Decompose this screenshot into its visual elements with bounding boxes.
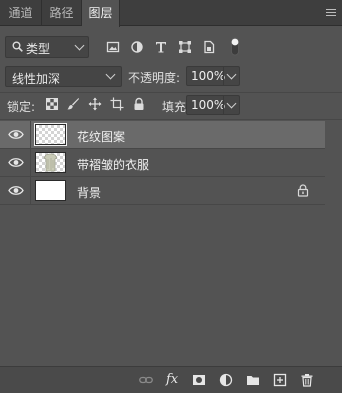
blend-mode-dropdown[interactable]: 线性加深: [5, 66, 122, 87]
shirt-thumbnail-icon: [43, 153, 58, 172]
layers-footer-toolbar: fx: [0, 366, 342, 393]
opacity-value: 100%: [191, 69, 226, 83]
adjustment-layer-filter-icon[interactable]: [130, 40, 144, 54]
divider: [0, 119, 342, 120]
lock-artboard-icon[interactable]: [110, 97, 124, 111]
filter-toggle-icon[interactable]: [229, 37, 241, 57]
layer-thumbnail: [34, 123, 67, 146]
panel-menu-icon[interactable]: [326, 9, 336, 17]
layer-thumbnail: [35, 180, 66, 201]
divider: [30, 177, 31, 205]
layer-thumbnail: [35, 152, 66, 173]
divider: [30, 149, 31, 177]
panel-tab-bar: 通道 路径 图层: [0, 0, 342, 27]
new-adjustment-icon[interactable]: [219, 373, 233, 387]
tab-channels[interactable]: 通道: [0, 0, 42, 26]
type-layer-filter-icon[interactable]: [154, 40, 168, 54]
layers-scrollbar[interactable]: [325, 121, 342, 366]
layers-panel: 通道 路径 图层 类型 线性加深 不透明度: 100% 锁定: 填充: 100%…: [0, 0, 342, 393]
divider: [30, 121, 31, 149]
layer-filter-dropdown[interactable]: 类型: [5, 36, 89, 58]
opacity-slider-toggle[interactable]: [223, 67, 239, 85]
layer-row-background[interactable]: 背景: [0, 177, 325, 205]
lock-image-pixels-icon[interactable]: [66, 97, 80, 111]
search-icon: [12, 41, 23, 52]
tab-paths[interactable]: 路径: [42, 0, 82, 26]
eye-icon[interactable]: [8, 157, 24, 168]
new-group-icon[interactable]: [246, 373, 260, 387]
new-layer-icon[interactable]: [273, 373, 287, 387]
fx-icon[interactable]: fx: [166, 373, 182, 387]
fill-field[interactable]: 100%: [186, 95, 240, 115]
chevron-down-icon: [74, 40, 85, 51]
smart-object-filter-icon[interactable]: [202, 40, 216, 54]
layer-name[interactable]: 花纹图案: [77, 128, 125, 145]
chevron-down-icon: [105, 69, 116, 80]
lock-all-icon[interactable]: [132, 97, 146, 111]
chevron-down-icon: [226, 98, 237, 109]
blend-mode-value: 线性加深: [12, 72, 61, 86]
layer-name[interactable]: 背景: [77, 184, 101, 201]
shape-layer-filter-icon[interactable]: [178, 40, 192, 54]
tab-layers[interactable]: 图层: [82, 0, 120, 27]
lock-position-icon[interactable]: [88, 97, 102, 111]
fill-value: 100%: [191, 98, 226, 112]
layer-row-pattern[interactable]: 花纹图案: [0, 121, 325, 149]
lock-label: 锁定:: [7, 100, 36, 114]
add-mask-icon[interactable]: [192, 373, 206, 387]
opacity-field[interactable]: 100%: [186, 66, 240, 86]
opacity-label: 不透明度:: [128, 71, 181, 85]
pixel-layer-filter-icon[interactable]: [106, 40, 120, 54]
eye-icon[interactable]: [8, 185, 24, 196]
eye-icon[interactable]: [8, 129, 24, 140]
divider: [0, 92, 342, 93]
lock-icon[interactable]: [297, 184, 309, 197]
fill-slider-toggle[interactable]: [223, 96, 239, 114]
delete-layer-icon[interactable]: [300, 373, 314, 387]
layers-list: 花纹图案 带褶皱的衣服 背景: [0, 121, 325, 366]
filter-kind-label: 类型: [26, 42, 51, 56]
layer-row-wrinkled-clothes[interactable]: 带褶皱的衣服: [0, 149, 325, 177]
lock-transparent-pixels-icon[interactable]: [45, 97, 59, 111]
layer-name[interactable]: 带褶皱的衣服: [77, 156, 149, 173]
chevron-down-icon: [226, 69, 237, 80]
link-layers-icon[interactable]: [139, 373, 153, 387]
